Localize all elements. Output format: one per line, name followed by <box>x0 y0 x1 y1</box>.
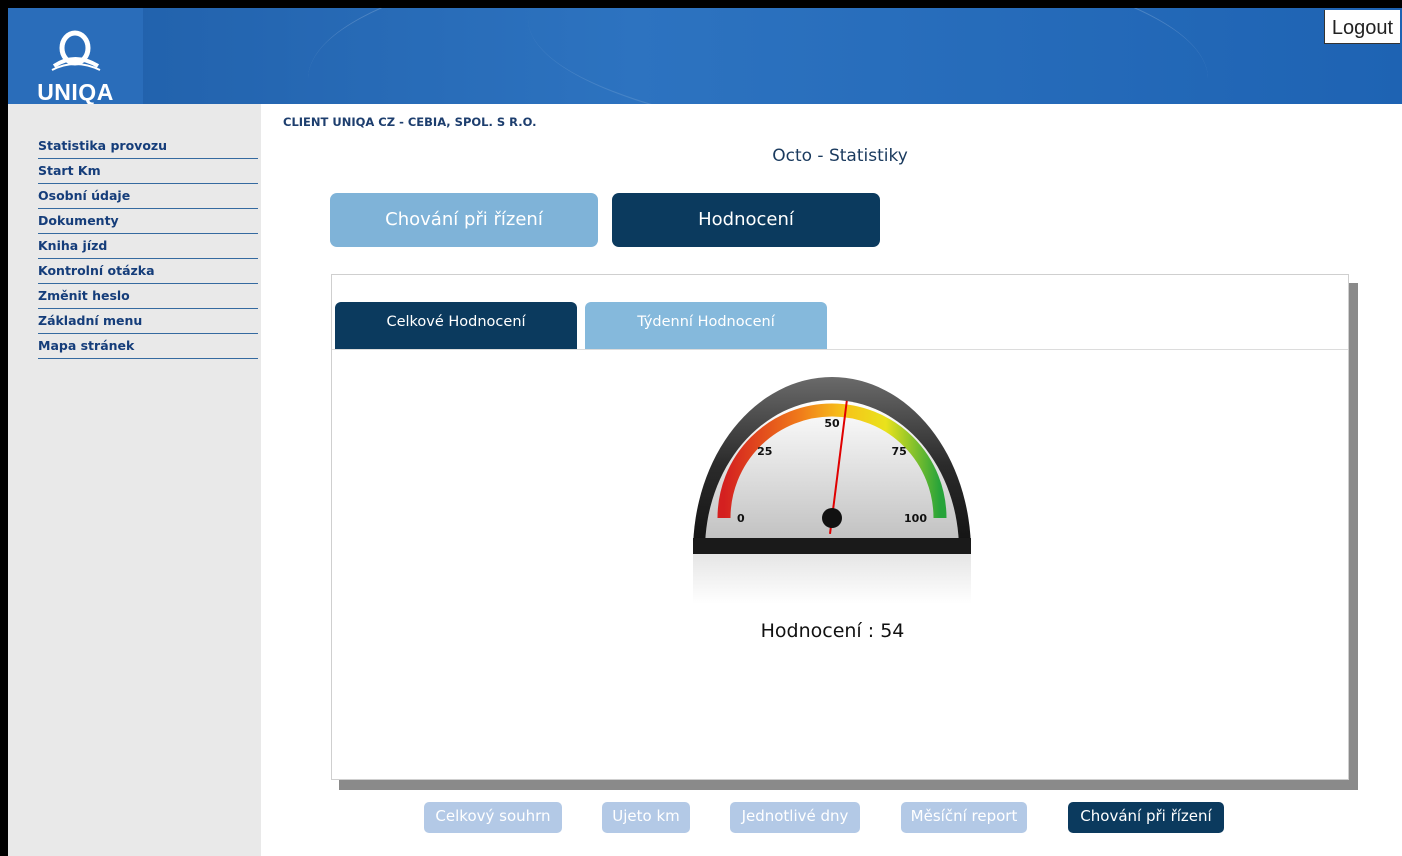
score-label: Hodnocení <box>760 620 862 642</box>
panel-divider <box>332 349 1348 350</box>
score-gauge: 0 25 50 75 100 <box>693 377 971 604</box>
subtab-tydenni-hodnoceni[interactable]: Týdenní Hodnocení <box>585 302 827 349</box>
sidebar-item-zakladni-menu[interactable]: Základní menu <box>38 310 258 334</box>
tab-chovani-pri-rizeni[interactable]: Chování při řízení <box>330 193 598 247</box>
tab-hodnoceni[interactable]: Hodnocení <box>612 193 880 247</box>
subtab-celkove-hodnoceni[interactable]: Celkové Hodnocení <box>335 302 577 349</box>
uniqa-logo[interactable]: UNIQA <box>8 8 143 110</box>
gauge-reflection <box>693 554 971 604</box>
sidebar-item-mapa-stranek[interactable]: Mapa stránek <box>38 335 258 359</box>
nav-jednotlive-dny-button[interactable]: Jednotlivé dny <box>730 802 860 833</box>
nav-celkovy-souhrn-button[interactable]: Celkový souhrn <box>424 802 562 833</box>
sidebar-item-start-km[interactable]: Start Km <box>38 160 258 184</box>
sidebar-item-statistika-provozu[interactable]: Statistika provozu <box>38 135 258 159</box>
bottom-nav: Celkový souhrn Ujeto km Jednotlivé dny M… <box>424 802 1244 834</box>
page-title: Octo - Statistiky <box>772 146 908 166</box>
gauge-base <box>693 538 971 554</box>
logout-button[interactable]: Logout <box>1324 10 1400 44</box>
sidebar-item-kniha-jizd[interactable]: Kniha jízd <box>38 235 258 259</box>
sidebar-item-zmenit-heslo[interactable]: Změnit heslo <box>38 285 258 309</box>
uniqa-emblem-icon <box>51 30 101 71</box>
client-label: CLIENT UNIQA CZ - CEBIA, SPOL. S R.O. <box>283 115 537 129</box>
nav-mesicni-report-button[interactable]: Měsíční report <box>901 802 1027 833</box>
gauge-tick-label: 100 <box>904 512 927 525</box>
gauge-tick-label: 75 <box>892 445 907 458</box>
gauge-tick-label: 0 <box>737 512 745 525</box>
nav-chovani-pri-rizeni-button[interactable]: Chování při řízení <box>1068 802 1224 833</box>
header-swoosh-2 <box>528 8 1402 104</box>
header-banner <box>8 8 1402 104</box>
gauge-tick-label: 25 <box>757 445 772 458</box>
gauge-hub <box>822 508 842 528</box>
sidebar-item-kontrolni-otazka[interactable]: Kontrolní otázka <box>38 260 258 284</box>
nav-ujeto-km-button[interactable]: Ujeto km <box>602 802 690 833</box>
sidebar-menu: Statistika provozu Start Km Osobní údaje… <box>38 135 258 360</box>
sidebar-item-dokumenty[interactable]: Dokumenty <box>38 210 258 234</box>
score-separator: : <box>861 620 881 642</box>
sidebar-item-osobni-udaje[interactable]: Osobní údaje <box>38 185 258 209</box>
gauge-tick-label: 50 <box>824 417 840 430</box>
sidebar: Statistika provozu Start Km Osobní údaje… <box>8 104 261 856</box>
logo-text: UNIQA <box>37 79 114 105</box>
score-value: 54 <box>880 620 905 642</box>
score-readout: Hodnocení : 54 <box>690 620 975 642</box>
